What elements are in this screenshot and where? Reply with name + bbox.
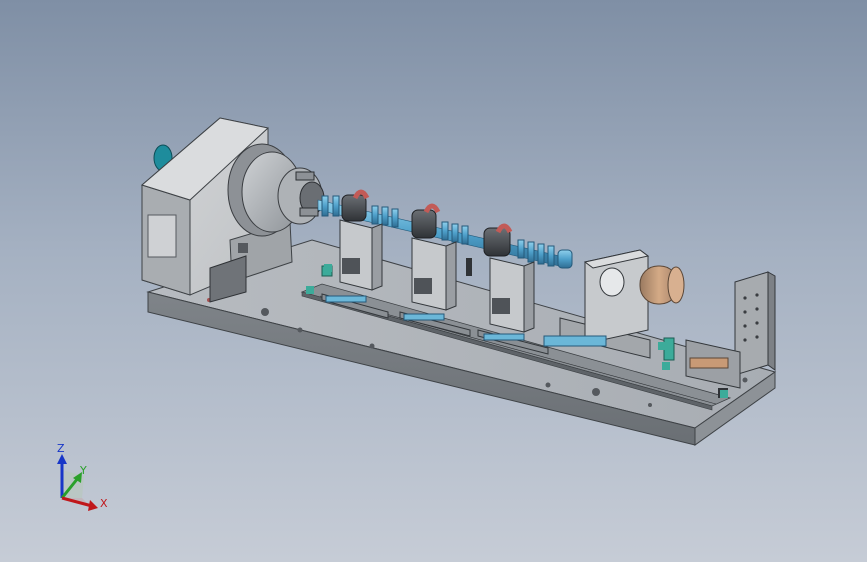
x-axis-arrow-head (88, 500, 98, 511)
z-axis-arrow-head (57, 454, 67, 464)
cad-viewport[interactable]: Z Y X (0, 0, 867, 562)
z-axis-label: Z (57, 442, 65, 455)
3d-model-canvas[interactable] (0, 0, 867, 562)
x-axis-label: X (100, 497, 108, 510)
y-axis-label: Y (79, 464, 87, 477)
coordinate-triad[interactable]: Z Y X (40, 440, 120, 520)
